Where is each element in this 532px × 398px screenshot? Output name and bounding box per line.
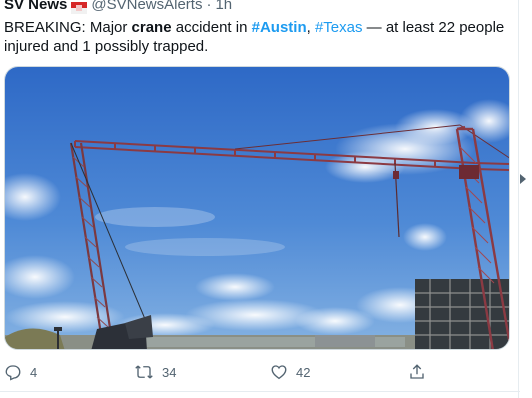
retweet-button[interactable]: 34 xyxy=(134,360,176,384)
tweet-text-part: BREAKING: Major xyxy=(4,19,132,36)
hashtag-austin[interactable]: #Austin xyxy=(252,19,307,36)
author-handle[interactable]: @SVNewsAlerts xyxy=(91,0,202,15)
timeline-divider xyxy=(518,0,519,398)
tweet-actions: 4 34 42 xyxy=(0,360,520,384)
tweet-text-part: , xyxy=(306,19,315,36)
scroll-arrow-icon[interactable] xyxy=(518,172,528,184)
like-icon xyxy=(270,363,288,381)
share-button[interactable] xyxy=(408,360,426,384)
like-count: 42 xyxy=(296,364,311,380)
tweet-keyword: crane xyxy=(131,19,172,36)
reply-icon xyxy=(4,363,22,381)
tweet-text-part: accident in xyxy=(171,19,252,36)
reply-button[interactable]: 4 xyxy=(4,360,37,384)
flag-icon xyxy=(71,0,88,14)
separator-dot: · xyxy=(206,0,212,13)
share-icon xyxy=(408,363,426,381)
reply-count: 4 xyxy=(30,364,38,380)
hashtag-texas[interactable]: #Texas xyxy=(315,19,363,36)
tweet-image[interactable] xyxy=(4,66,510,350)
crane-photo xyxy=(5,67,509,349)
tweet-timestamp[interactable]: 1h xyxy=(215,0,232,15)
tweet-card[interactable]: SV News @SVNewsAlerts · 1h BREAKING: Maj… xyxy=(0,0,532,398)
tweet-divider xyxy=(0,391,520,392)
retweet-icon xyxy=(134,363,154,381)
like-button[interactable]: 42 xyxy=(270,360,310,384)
retweet-count: 34 xyxy=(162,364,177,380)
tweet-text: BREAKING: Major crane accident in #Austi… xyxy=(4,18,516,56)
tweet-header: SV News @SVNewsAlerts · 1h xyxy=(4,0,232,16)
author-name[interactable]: SV News xyxy=(4,0,67,15)
